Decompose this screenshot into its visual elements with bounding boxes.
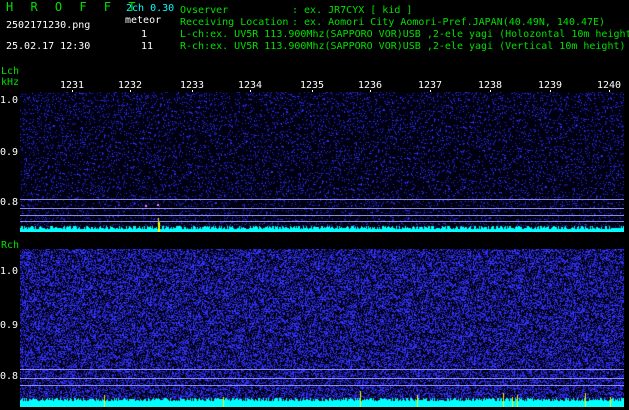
lch-y-tick-label: 1.0 [0,95,19,106]
lch-guide-line [20,199,624,200]
rch-spectrogram [20,249,624,407]
rch-label: Rch [1,240,20,251]
rch-guide-line [20,378,624,379]
count-rch: 11 [141,41,154,52]
app-title: H R O F F T [6,0,141,14]
rch-guide-line [20,369,624,370]
rch-guide-line [20,385,624,386]
location-label: Receiving Location [180,17,289,28]
rch-y-tick-label: 0.9 [0,320,19,331]
lch-guide-line [20,208,624,209]
lch-y-tick-label: 0.9 [0,147,19,158]
mode-label: 2ch 0.30 [126,3,175,14]
lch-guide-line [20,221,624,222]
lch-info: L-ch:ex. UV5R 113.900Mhz(SAPPORO VOR)USB… [180,29,629,40]
location-value: : ex. Aomori City Aomori-Pref.JAPAN(40.4… [292,17,606,28]
lch-label: Lch [1,66,20,77]
observer-label: Ovserver [180,5,229,16]
rch-y-tick-label: 1.0 [0,266,19,277]
lch-guide-line [20,215,624,216]
lch-spectrogram [20,92,624,232]
lch-waterfall-canvas [20,92,624,232]
rch-y-tick-label: 0.8 [0,371,19,382]
unit-label: kHz [1,77,20,88]
lch-y-tick-label: 0.8 [0,197,19,208]
datetime-label: 25.02.17 12:30 [6,41,91,52]
rch-waterfall-canvas [20,249,624,407]
filename-label: 2502171230.png [6,20,91,31]
category-label: meteor [125,15,162,26]
observer-value: : ex. JR7CYX [ kid ] [292,5,413,16]
rch-info: R-ch:ex. UV5R 113.900Mhz(SAPPORO VOR)USB… [180,41,626,52]
count-lch: 1 [141,29,148,40]
